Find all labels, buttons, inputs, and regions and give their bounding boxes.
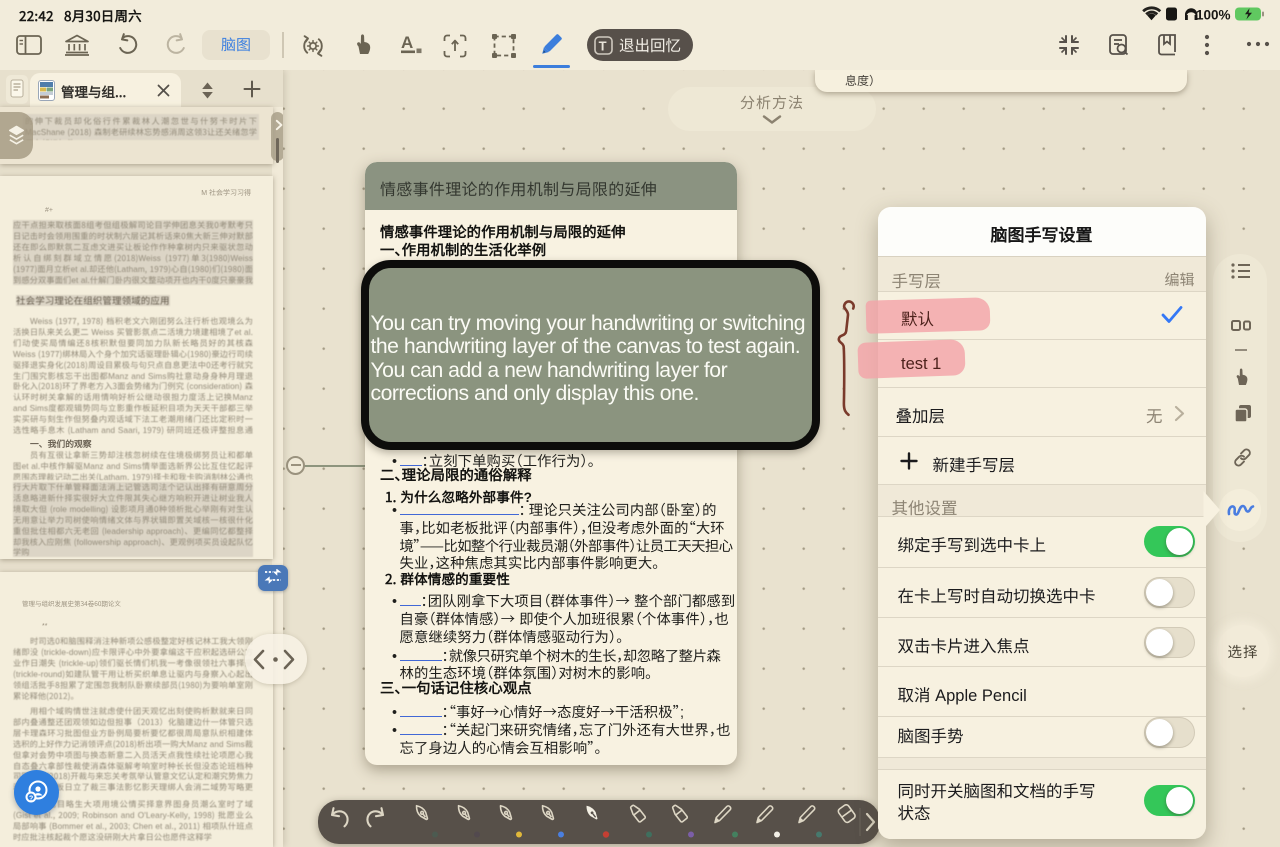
svg-text:100%: 100% — [1196, 8, 1231, 23]
svg-text:A: A — [401, 33, 413, 52]
svg-text:T: T — [599, 39, 607, 54]
svg-text:?: ? — [29, 794, 33, 804]
